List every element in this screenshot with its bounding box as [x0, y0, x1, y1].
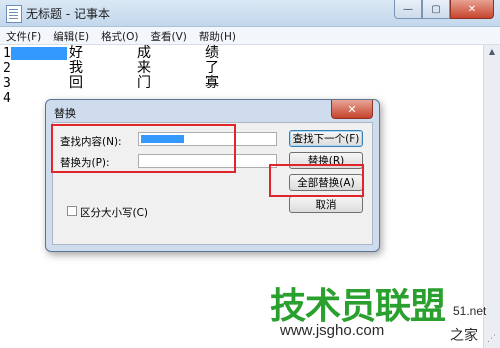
text-char: 了 — [205, 60, 219, 76]
menu-bar: 文件(F) 编辑(E) 格式(O) 查看(V) 帮助(H) — [0, 27, 500, 45]
dialog-title: 替换 — [54, 107, 76, 120]
text-char: 门 — [137, 75, 151, 91]
window-controls: — ▢ ✕ — [394, 0, 494, 20]
line-number: 1 — [3, 46, 11, 61]
text-char: 我 — [69, 60, 83, 76]
resize-gripper-icon[interactable]: ⋰ — [487, 334, 499, 346]
menu-format[interactable]: 格式(O) — [95, 27, 144, 44]
title-bar: 无标题 - 记事本 — ▢ ✕ — [0, 0, 500, 27]
annotation-box-replace-all — [269, 164, 364, 197]
text-char: 寡 — [205, 75, 219, 91]
menu-help[interactable]: 帮助(H) — [193, 27, 242, 44]
watermark-side-text-2: 之家 — [450, 328, 478, 344]
minimize-button[interactable]: — — [394, 0, 422, 19]
close-button[interactable]: ✕ — [450, 0, 494, 19]
vertical-scrollbar[interactable]: ▲ ⋰ — [483, 45, 500, 348]
notepad-icon — [6, 5, 22, 23]
text-char: 成 — [137, 45, 151, 61]
match-case-label: 区分大小写(C) — [80, 207, 149, 219]
dialog-close-button[interactable]: ✕ — [331, 100, 373, 119]
find-next-button[interactable]: 查找下一个(F) — [289, 130, 363, 147]
watermark-side-text: 51.net — [453, 304, 487, 318]
watermark-url: www.jsgho.com — [280, 322, 385, 339]
text-char: 好 — [69, 45, 83, 61]
annotation-box-fields — [51, 124, 236, 173]
text-selection — [11, 47, 67, 60]
menu-view[interactable]: 查看(V) — [145, 27, 193, 44]
text-char: 来 — [137, 60, 151, 76]
text-char: 回 — [69, 75, 83, 91]
menu-edit[interactable]: 编辑(E) — [47, 27, 95, 44]
line-number: 2 — [3, 61, 11, 76]
text-char: 绩 — [205, 45, 219, 61]
line-number: 3 — [3, 76, 11, 91]
match-case-checkbox[interactable] — [67, 206, 77, 216]
menu-file[interactable]: 文件(F) — [0, 27, 47, 44]
window-title: 无标题 - 记事本 — [26, 7, 110, 21]
scroll-up-arrow-icon[interactable]: ▲ — [486, 47, 498, 59]
maximize-button[interactable]: ▢ — [422, 0, 450, 19]
cancel-button[interactable]: 取消 — [289, 196, 363, 213]
line-number: 4 — [3, 91, 11, 106]
